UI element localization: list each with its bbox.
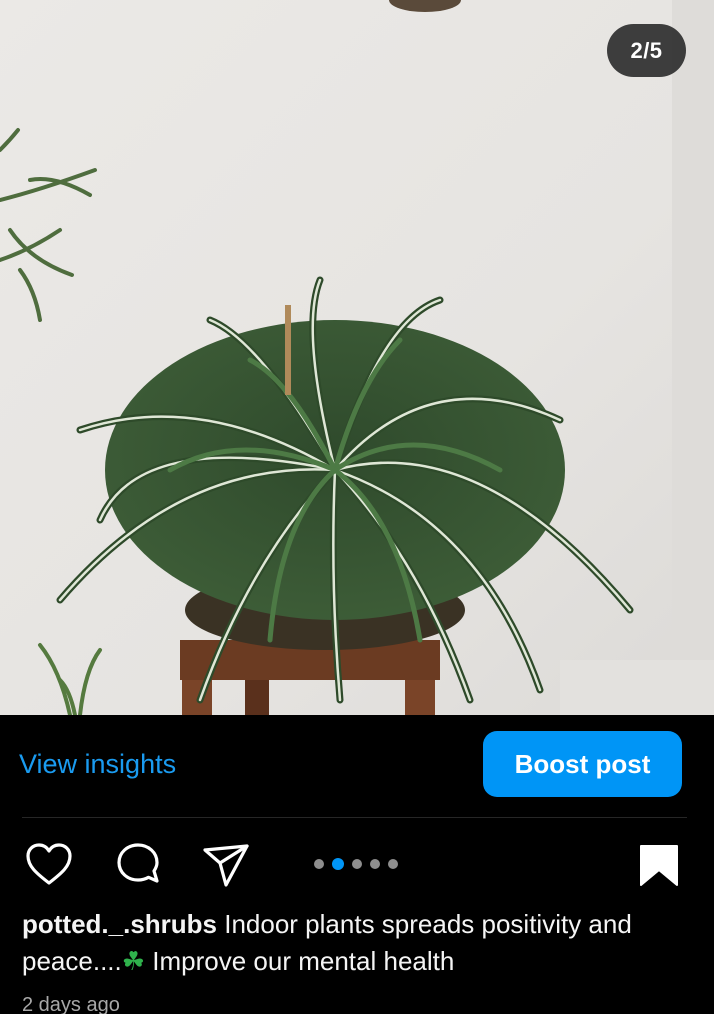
carousel-dot (370, 859, 380, 869)
carousel-indicator (314, 858, 398, 870)
carousel-counter: 2/5 (607, 24, 686, 77)
carousel-dot (314, 859, 324, 869)
heart-icon[interactable] (24, 840, 74, 890)
divider (22, 817, 687, 818)
instagram-post: 2/5 View insights Boost post potted._.sh… (0, 0, 714, 1014)
comment-icon[interactable] (113, 840, 163, 890)
carousel-dot-active (332, 858, 344, 870)
post-caption: potted._.shrubs Indoor plants spreads po… (22, 906, 692, 980)
view-insights-link[interactable]: View insights (19, 749, 176, 780)
caption-text-continued: Improve our mental health (145, 946, 455, 976)
spider-plant-photo (0, 0, 714, 715)
carousel-dot (352, 859, 362, 869)
promo-row: View insights Boost post (0, 715, 714, 817)
post-timestamp: 2 days ago (22, 994, 120, 1014)
shamrock-icon: ☘ (121, 946, 146, 976)
action-bar (0, 830, 714, 900)
post-image[interactable]: 2/5 (0, 0, 714, 715)
caption-username[interactable]: potted._.shrubs (22, 909, 217, 939)
boost-post-button[interactable]: Boost post (483, 731, 682, 797)
carousel-dot (388, 859, 398, 869)
share-icon[interactable] (201, 840, 251, 890)
bookmark-icon[interactable] (636, 840, 686, 890)
